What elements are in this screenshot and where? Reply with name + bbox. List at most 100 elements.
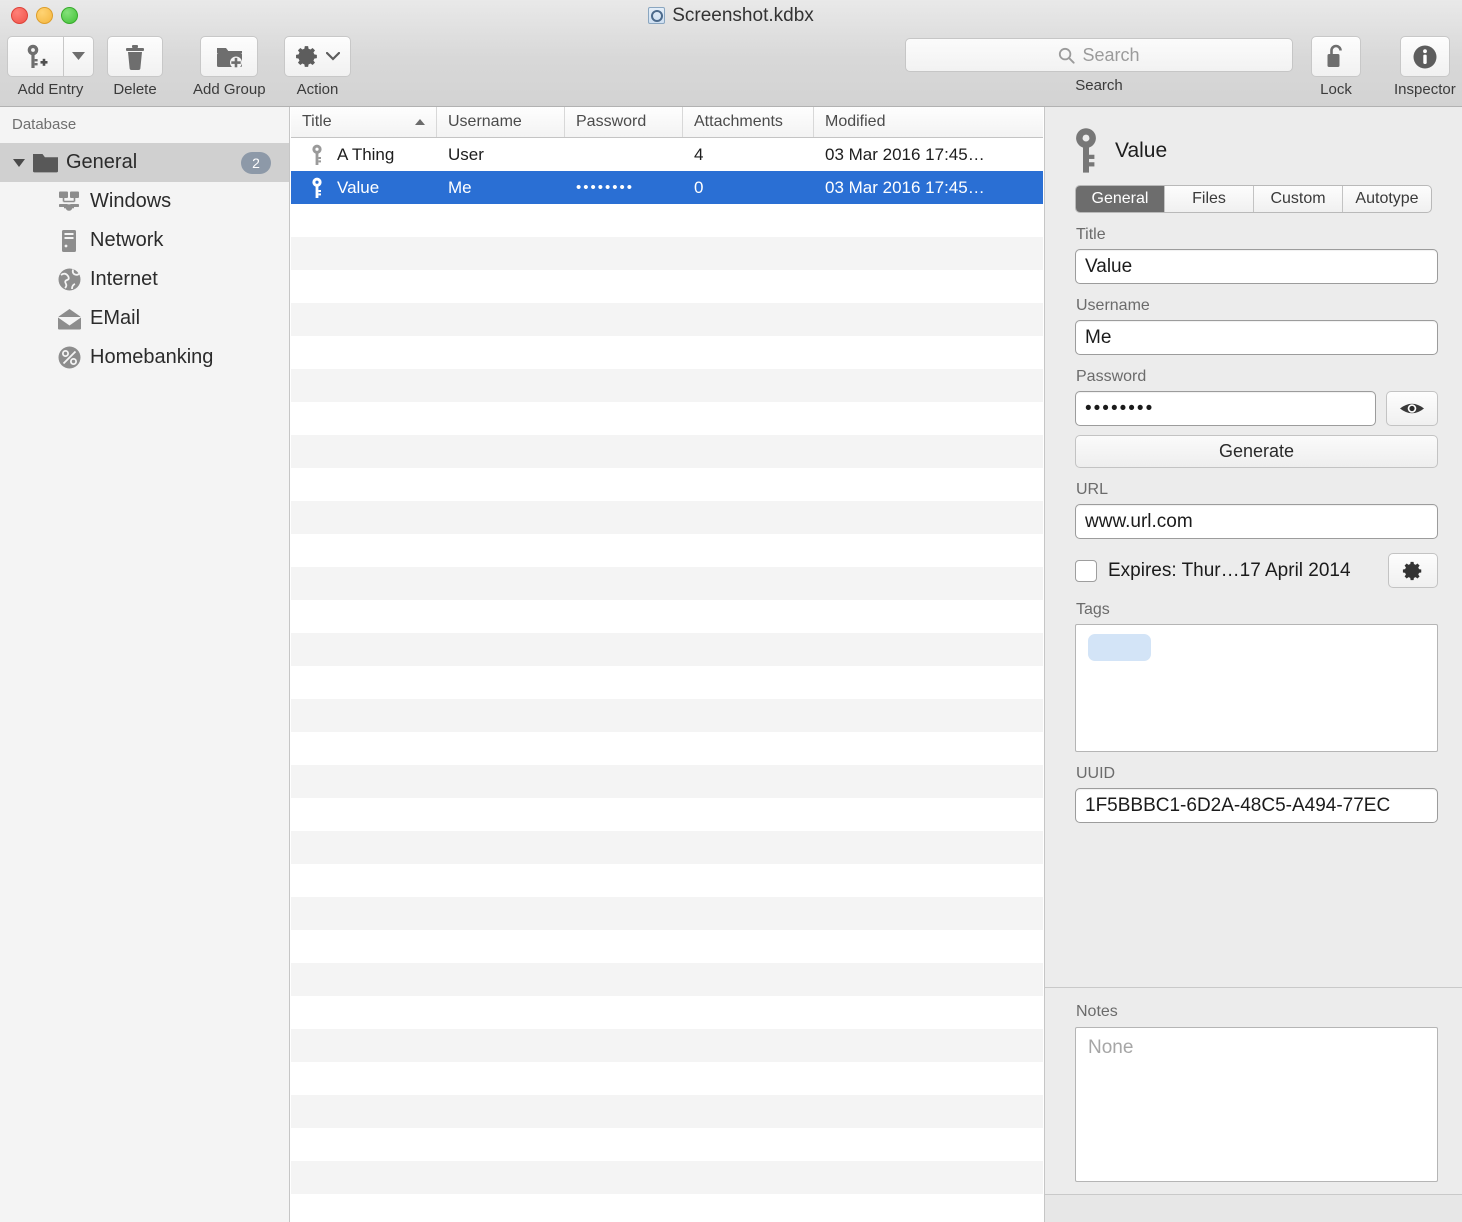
- url-field[interactable]: www.url.com: [1075, 504, 1438, 539]
- empty-table-row[interactable]: [291, 1029, 1043, 1062]
- column-header-password-label: Password: [576, 113, 647, 130]
- delete-button[interactable]: [107, 36, 163, 77]
- empty-table-row[interactable]: [291, 567, 1043, 600]
- title-field-label: Title: [1076, 226, 1106, 243]
- empty-table-row[interactable]: [291, 1095, 1043, 1128]
- lock-label: Lock: [1320, 81, 1352, 98]
- column-header-username[interactable]: Username: [437, 107, 565, 137]
- empty-table-row[interactable]: [291, 237, 1043, 270]
- reveal-password-button[interactable]: [1386, 391, 1438, 426]
- empty-table-row[interactable]: [291, 468, 1043, 501]
- sidebar-item-email[interactable]: EMail: [0, 299, 289, 338]
- empty-table-row[interactable]: [291, 666, 1043, 699]
- add-group-button[interactable]: [200, 36, 259, 77]
- empty-table-row[interactable]: [291, 633, 1043, 666]
- empty-table-row[interactable]: [291, 897, 1043, 930]
- password-row: ••••••••: [1075, 391, 1438, 426]
- tab-files[interactable]: Files: [1165, 186, 1254, 212]
- sidebar-item-homebanking[interactable]: Homebanking: [0, 338, 289, 377]
- table-row[interactable]: A Thing User 4 03 Mar 2016 17:45…: [291, 138, 1043, 171]
- empty-table-row[interactable]: [291, 996, 1043, 1029]
- cell-modified: 03 Mar 2016 17:45…: [825, 144, 985, 164]
- username-field-label: Username: [1076, 297, 1150, 314]
- sidebar-item-general-label: General: [66, 151, 138, 173]
- action-button[interactable]: [284, 36, 351, 77]
- password-field[interactable]: ••••••••: [1075, 391, 1376, 426]
- add-group-label: Add Group: [193, 81, 266, 98]
- empty-table-row[interactable]: [291, 435, 1043, 468]
- tag-chip[interactable]: [1088, 634, 1151, 661]
- empty-table-row[interactable]: [291, 732, 1043, 765]
- cell-modified: 03 Mar 2016 17:45…: [825, 177, 985, 197]
- column-header-title-label: Title: [302, 113, 332, 130]
- add-entry-split-button: [7, 36, 94, 77]
- column-header-modified[interactable]: Modified: [814, 107, 1043, 137]
- toolbar-group-inspector: Inspector: [1394, 36, 1456, 99]
- empty-table-row[interactable]: [291, 1194, 1043, 1222]
- toolbar-group-delete: Delete: [107, 36, 163, 99]
- expires-checkbox[interactable]: [1075, 559, 1097, 582]
- toolbar-group-search: Search Search: [905, 38, 1293, 94]
- search-icon: [1059, 47, 1076, 64]
- column-header-password[interactable]: Password: [565, 107, 683, 137]
- empty-table-row[interactable]: [291, 303, 1043, 336]
- empty-table-row[interactable]: [291, 963, 1043, 996]
- chevron-down-icon: [72, 52, 85, 60]
- sidebar-header: Database: [12, 116, 77, 133]
- toolbar-group-action: Action: [284, 36, 351, 99]
- empty-table-row[interactable]: [291, 1128, 1043, 1161]
- tab-autotype[interactable]: Autotype: [1343, 186, 1431, 212]
- cell-password: ••••••••: [576, 179, 635, 196]
- tab-custom[interactable]: Custom: [1254, 186, 1343, 212]
- main-toolbar: Add Entry Delete Add Group Action Search…: [0, 30, 1462, 107]
- empty-table-row[interactable]: [291, 1161, 1043, 1194]
- expires-settings-button[interactable]: [1388, 553, 1438, 588]
- sidebar-item-windows[interactable]: Windows: [0, 182, 289, 221]
- empty-table-row[interactable]: [291, 402, 1043, 435]
- sidebar-item-general[interactable]: General 2: [0, 143, 289, 182]
- empty-table-row[interactable]: [291, 864, 1043, 897]
- entry-table-body: A Thing User 4 03 Mar 2016 17:45… Value …: [291, 138, 1043, 1222]
- empty-table-row[interactable]: [291, 270, 1043, 303]
- sidebar-item-network[interactable]: Network: [0, 221, 289, 260]
- empty-table-row[interactable]: [291, 600, 1043, 633]
- add-entry-button[interactable]: [7, 36, 64, 77]
- table-row[interactable]: Value Me •••••••• 0 03 Mar 2016 17:45…: [291, 171, 1043, 204]
- keepass-window: Screenshot.kdbx Add Entry Delete Add Gro…: [0, 0, 1462, 1222]
- empty-rows-container: [291, 204, 1043, 1222]
- tags-field[interactable]: [1075, 624, 1438, 752]
- notes-field[interactable]: None: [1075, 1027, 1438, 1182]
- empty-table-row[interactable]: [291, 534, 1043, 567]
- disclosure-triangle-icon[interactable]: [10, 158, 28, 167]
- empty-table-row[interactable]: [291, 930, 1043, 963]
- uuid-field[interactable]: 1F5BBBC1-6D2A-48C5-A494-77EC: [1075, 788, 1438, 823]
- tab-general[interactable]: General: [1076, 186, 1165, 212]
- empty-table-row[interactable]: [291, 831, 1043, 864]
- column-header-username-label: Username: [448, 113, 522, 130]
- cell-username: User: [448, 144, 484, 164]
- generate-password-button[interactable]: Generate: [1075, 435, 1438, 468]
- lock-button[interactable]: [1311, 36, 1361, 77]
- column-header-attachments[interactable]: Attachments: [683, 107, 814, 137]
- empty-table-row[interactable]: [291, 336, 1043, 369]
- key-plus-icon: [27, 44, 47, 68]
- empty-table-row[interactable]: [291, 204, 1043, 237]
- empty-table-row[interactable]: [291, 699, 1043, 732]
- gear-icon: [296, 46, 317, 67]
- username-field[interactable]: Me: [1075, 320, 1438, 355]
- tags-field-label: Tags: [1076, 601, 1110, 618]
- empty-table-row[interactable]: [291, 501, 1043, 534]
- add-entry-dropdown-button[interactable]: [64, 36, 94, 77]
- window-title: Screenshot.kdbx: [0, 4, 1462, 28]
- search-input[interactable]: Search: [905, 38, 1293, 72]
- empty-table-row[interactable]: [291, 765, 1043, 798]
- inspector-button[interactable]: [1399, 36, 1450, 77]
- empty-table-row[interactable]: [291, 369, 1043, 402]
- empty-table-row[interactable]: [291, 798, 1043, 831]
- sidebar-item-internet[interactable]: Internet: [0, 260, 289, 299]
- title-field[interactable]: Value: [1075, 249, 1438, 284]
- sort-ascending-icon: [415, 119, 425, 125]
- column-header-title[interactable]: Title: [291, 107, 437, 137]
- notes-divider: [1045, 987, 1462, 988]
- empty-table-row[interactable]: [291, 1062, 1043, 1095]
